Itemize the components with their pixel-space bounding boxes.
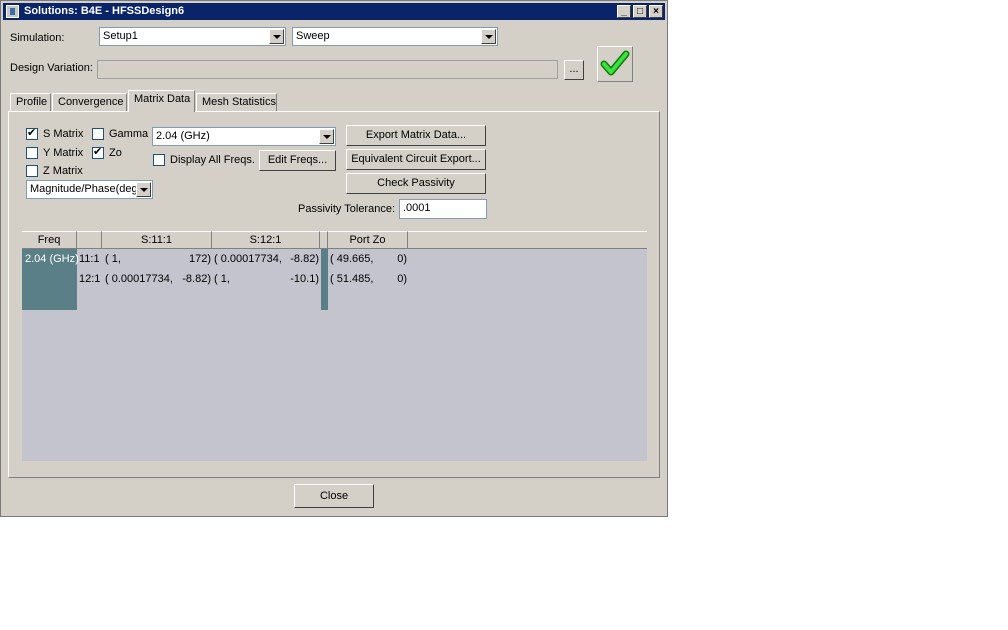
close-button[interactable]: Close: [294, 484, 374, 508]
setup-select[interactable]: Setup1: [99, 27, 286, 46]
s-matrix-label: S Matrix: [43, 128, 84, 140]
s-matrix-checkbox[interactable]: [26, 126, 38, 140]
display-all-freqs-label: Display All Freqs.: [170, 154, 255, 166]
port-cell: 12:1: [79, 273, 101, 285]
tab-convergence-label: Convergence: [58, 96, 124, 108]
passivity-tolerance-label: Passivity Tolerance:: [298, 203, 396, 215]
s11-phase-cell: 172): [188, 253, 211, 265]
tab-mesh-statistics-label: Mesh Statistics: [202, 96, 276, 108]
s11-mag-cell: ( 1,: [105, 253, 121, 265]
check-mark-icon: [600, 50, 630, 76]
design-variation-label: Design Variation:: [10, 62, 93, 74]
setup-value: Setup1: [103, 30, 138, 42]
port-column-header[interactable]: [77, 231, 102, 249]
s11-mag-cell: ( 0.00017734,: [105, 273, 173, 285]
tab-matrix-data[interactable]: Matrix Data: [128, 90, 195, 112]
tab-matrix-data-label: Matrix Data: [134, 93, 191, 105]
zo-checkbox[interactable]: [92, 145, 104, 159]
window-title: Solutions: B4E - HFSSDesign6: [24, 5, 185, 17]
sweep-value: Sweep: [296, 30, 330, 42]
edit-freqs-button[interactable]: Edit Freqs...: [259, 150, 336, 171]
passivity-tolerance-input[interactable]: .0001: [399, 199, 487, 219]
solutions-dialog: Solutions: B4E - HFSSDesign6 _ □ × Simul…: [0, 0, 668, 517]
s12-phase-cell: -10.1): [290, 273, 319, 285]
close-window-button[interactable]: ×: [649, 5, 663, 18]
minimize-button[interactable]: _: [617, 5, 631, 18]
sweep-select[interactable]: Sweep: [292, 27, 498, 46]
simulation-label: Simulation:: [10, 32, 65, 44]
zo-mag-cell: ( 49.665,: [330, 253, 374, 265]
port-zo-column-header[interactable]: Port Zo: [328, 231, 408, 249]
empty-column-header: [408, 231, 647, 249]
design-variation-field[interactable]: [97, 60, 558, 79]
maximize-button[interactable]: □: [633, 5, 647, 18]
z-matrix-label: Z Matrix: [43, 165, 83, 177]
s12-mag-cell: ( 0.00017734,: [214, 253, 282, 265]
s11-phase-cell: -8.82): [182, 273, 211, 285]
y-matrix-checkbox[interactable]: [26, 147, 38, 159]
s11-column-header[interactable]: S:11:1: [102, 231, 212, 249]
tab-mesh-statistics[interactable]: Mesh Statistics: [196, 93, 277, 111]
zo-phase-cell: 0): [397, 273, 407, 285]
check-passivity-button[interactable]: Check Passivity: [346, 173, 486, 194]
export-matrix-data-button[interactable]: Export Matrix Data...: [346, 125, 486, 146]
title-bar[interactable]: Solutions: B4E - HFSSDesign6 _ □ ×: [3, 3, 665, 20]
zo-mag-cell: ( 51.485,: [330, 273, 374, 285]
port-cell: 11:1: [79, 253, 100, 265]
frequency-value: 2.04 (GHz): [156, 130, 210, 142]
separator-column-header: [320, 231, 328, 249]
display-all-freqs-checkbox[interactable]: [153, 154, 165, 166]
equivalent-circuit-export-button[interactable]: Equivalent Circuit Export...: [346, 149, 486, 170]
y-matrix-label: Y Matrix: [43, 147, 84, 159]
chevron-down-icon[interactable]: [269, 29, 284, 44]
app-icon: [6, 5, 19, 18]
freq-cell: 2.04 (GHz): [25, 253, 79, 265]
frequency-select[interactable]: 2.04 (GHz): [152, 127, 336, 146]
matrix-data-table[interactable]: Freq S:11:1 S:12:1 Port Zo 2.04 (GHz) 11…: [22, 231, 647, 461]
freq-column-header[interactable]: Freq: [22, 231, 77, 249]
tab-convergence[interactable]: Convergence: [52, 93, 127, 111]
zo-label: Zo: [109, 147, 122, 159]
tab-profile-label: Profile: [16, 96, 48, 108]
format-select[interactable]: Magnitude/Phase(deg: [26, 180, 153, 199]
tab-profile[interactable]: Profile: [10, 93, 51, 111]
gamma-checkbox[interactable]: [92, 128, 104, 140]
gamma-label: Gamma: [109, 128, 149, 140]
separator-column-fill: [321, 249, 328, 310]
format-value: Magnitude/Phase(deg: [30, 183, 138, 195]
s12-column-header[interactable]: S:12:1: [212, 231, 320, 249]
z-matrix-checkbox[interactable]: [26, 165, 38, 177]
validation-status: [597, 46, 633, 82]
passivity-tolerance-value: .0001: [403, 202, 431, 214]
chevron-down-icon[interactable]: [136, 182, 151, 197]
design-variation-browse-button[interactable]: ...: [564, 60, 584, 80]
zo-phase-cell: 0): [397, 253, 407, 265]
chevron-down-icon[interactable]: [481, 29, 496, 44]
s12-mag-cell: ( 1,: [214, 273, 230, 285]
chevron-down-icon[interactable]: [319, 129, 334, 144]
s12-phase-cell: -8.82): [290, 253, 319, 265]
